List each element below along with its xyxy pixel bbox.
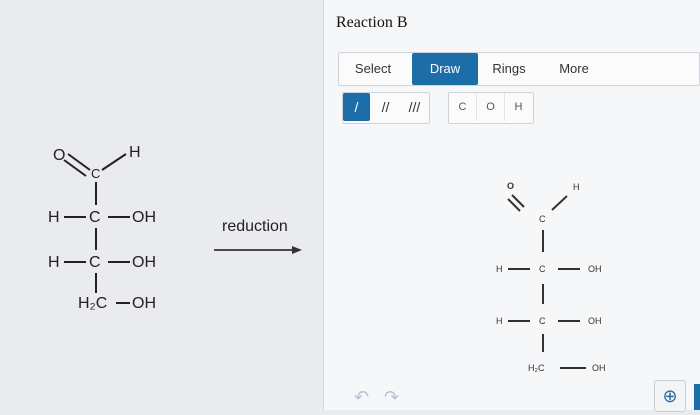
product-bonds	[507, 194, 586, 369]
atom-c-carbonyl: C	[91, 166, 101, 181]
zoom-in-icon[interactable]: ⊕	[654, 380, 686, 412]
atom-h-row2: H	[48, 254, 60, 271]
atom-c-row2: C	[89, 254, 101, 271]
reaction-arrow-label: reduction	[222, 218, 288, 235]
drawn-atom-oh-r2: OH	[588, 316, 602, 326]
drawn-atom-h2c-r3: H₂C	[528, 363, 545, 373]
reactant-structure: O C H H C OH H C OH H₂C OH reduction	[0, 0, 330, 410]
drawn-atom-h-top: H	[573, 182, 580, 192]
drawn-atom-oh-r1: OH	[588, 264, 602, 274]
reactant-bonds	[63, 153, 302, 304]
drawing-canvas[interactable]: O H C H C OH H C OH H₂C OH	[324, 0, 700, 415]
drawn-atom-oh-r3: OH	[592, 363, 606, 373]
atom-oh-row3: OH	[132, 295, 156, 312]
drawn-atom-o: O	[507, 181, 515, 191]
drawn-atom-c-r1: C	[539, 264, 546, 274]
atom-oh-row2: OH	[132, 254, 156, 271]
atom-o: O	[53, 147, 66, 164]
atom-h-row1: H	[48, 209, 60, 226]
atom-c-row1: C	[89, 209, 101, 226]
atom-h2c-row3: H₂C	[78, 295, 108, 312]
undo-icon[interactable]: ↶	[354, 388, 372, 406]
redo-icon[interactable]: ↷	[384, 388, 402, 406]
atom-oh-row1: OH	[132, 209, 156, 226]
drawn-atom-h-r2: H	[496, 316, 503, 326]
reaction-b-panel: Reaction B Select Draw Rings More / // /…	[323, 0, 700, 410]
right-edge-strip	[694, 384, 700, 410]
drawn-atom-c-r2: C	[539, 316, 546, 326]
atom-h-aldehyde: H	[129, 144, 141, 161]
drawn-atom-h-r1: H	[496, 264, 503, 274]
drawn-atom-c-top: C	[539, 214, 546, 224]
